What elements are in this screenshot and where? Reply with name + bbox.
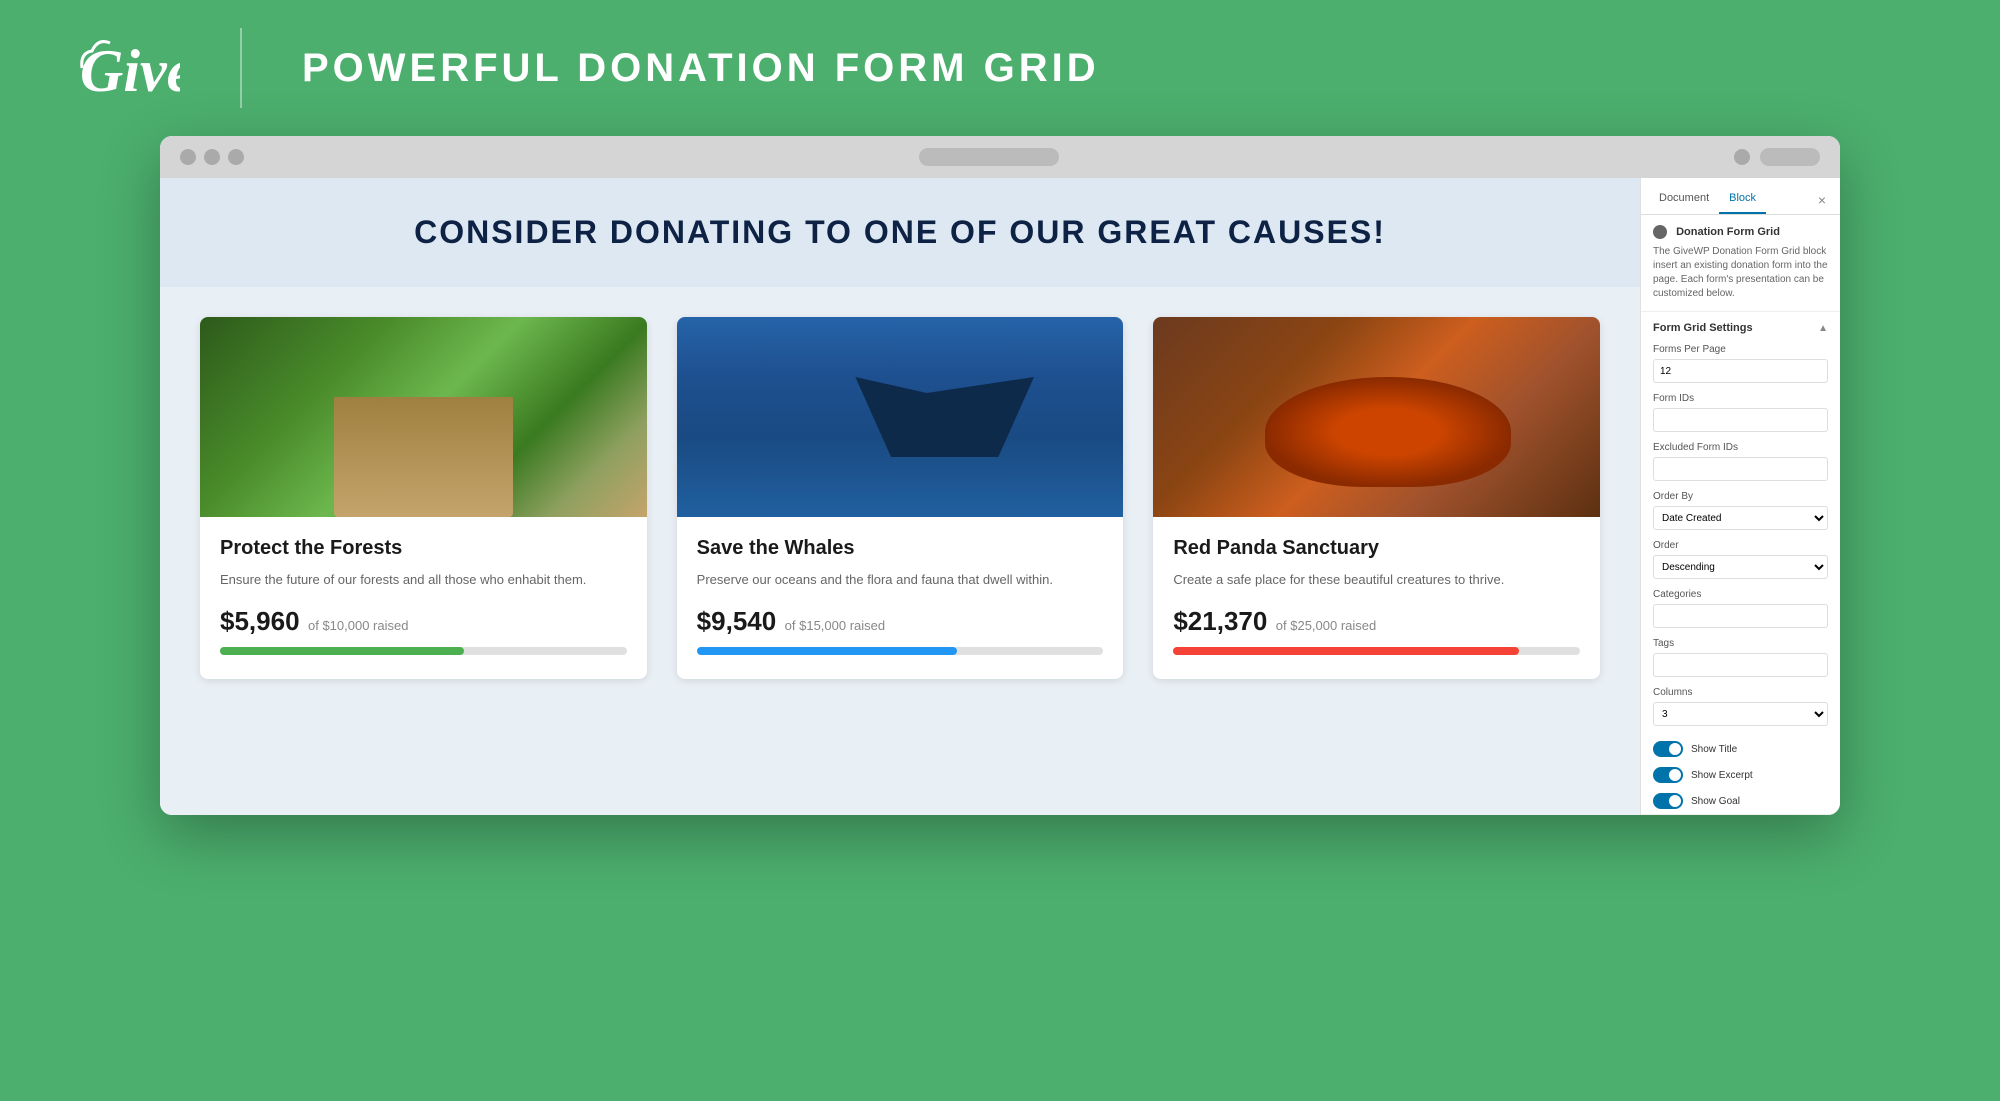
card-raised-forest: of $10,000 raised	[308, 618, 408, 633]
field-columns: Columns 3 1 2 4	[1641, 687, 1840, 736]
header-divider	[240, 28, 242, 108]
toggle-row-show-title: Show Title	[1641, 736, 1840, 762]
give-logo-icon: Give	[80, 33, 180, 103]
label-tags: Tags	[1653, 638, 1828, 649]
card-raised-panda: of $25,000 raised	[1276, 618, 1376, 633]
toggle-label-show-title: Show Title	[1691, 744, 1737, 755]
block-name: Donation Form Grid	[1676, 226, 1780, 238]
toggle-show-goal[interactable]	[1653, 793, 1683, 809]
input-categories[interactable]	[1653, 604, 1828, 628]
close-button[interactable]: ×	[1812, 186, 1832, 214]
card-title-whale: Save the Whales	[697, 537, 1104, 560]
select-order-by[interactable]: Date Created Title Amount Raised	[1653, 506, 1828, 530]
block-icon	[1653, 225, 1667, 239]
card-amount-row-panda: $21,370 of $25,000 raised	[1173, 606, 1580, 637]
card-whale: Save the Whales Preserve our oceans and …	[677, 317, 1124, 679]
logo-area: Give	[80, 33, 180, 103]
input-tags[interactable]	[1653, 653, 1828, 677]
header-title: POWERFUL DONATION FORM GRID	[302, 46, 1100, 91]
field-forms-per-page: Forms Per Page	[1641, 344, 1840, 393]
select-columns[interactable]: 3 1 2 4	[1653, 702, 1828, 726]
progress-bg-panda	[1173, 647, 1580, 655]
block-description: The GiveWP Donation Form Grid block inse…	[1653, 245, 1828, 301]
field-order: Order Descending Ascending	[1641, 540, 1840, 589]
card-panda: Red Panda Sanctuary Create a safe place …	[1153, 317, 1600, 679]
card-image-forest	[200, 317, 647, 517]
label-order: Order	[1653, 540, 1828, 551]
progress-fill-forest	[220, 647, 464, 655]
card-amount-forest: $5,960	[220, 606, 300, 636]
browser-btn-1	[1734, 149, 1750, 165]
browser-content: CONSIDER DONATING TO ONE OF OUR GREAT CA…	[160, 178, 1840, 815]
page-area: CONSIDER DONATING TO ONE OF OUR GREAT CA…	[160, 178, 1640, 815]
banner-title: CONSIDER DONATING TO ONE OF OUR GREAT CA…	[180, 214, 1620, 251]
input-excluded-form-ids[interactable]	[1653, 457, 1828, 481]
card-desc-panda: Create a safe place for these beautiful …	[1173, 570, 1580, 590]
card-amount-row-forest: $5,960 of $10,000 raised	[220, 606, 627, 637]
card-amount-whale: $9,540	[697, 606, 777, 636]
field-categories: Categories	[1641, 589, 1840, 638]
browser-window: CONSIDER DONATING TO ONE OF OUR GREAT CA…	[160, 136, 1840, 815]
field-excluded-form-ids: Excluded Form IDs	[1641, 442, 1840, 491]
select-order[interactable]: Descending Ascending	[1653, 555, 1828, 579]
page-banner: CONSIDER DONATING TO ONE OF OUR GREAT CA…	[160, 178, 1640, 287]
chevron-up-icon: ▲	[1818, 323, 1828, 334]
progress-bg-forest	[220, 647, 627, 655]
card-amount-panda: $21,370	[1173, 606, 1267, 636]
tab-document[interactable]: Document	[1649, 186, 1719, 214]
sidebar-block-info: Donation Form Grid The GiveWP Donation F…	[1641, 215, 1840, 312]
progress-fill-panda	[1173, 647, 1519, 655]
toggle-show-title[interactable]	[1653, 741, 1683, 757]
card-forest: Protect the Forests Ensure the future of…	[200, 317, 647, 679]
toggle-row-show-goal: Show Goal	[1641, 788, 1840, 814]
input-forms-per-page[interactable]	[1653, 359, 1828, 383]
tab-block[interactable]: Block	[1719, 186, 1766, 214]
card-desc-whale: Preserve our oceans and the flora and fa…	[697, 570, 1104, 590]
label-forms-per-page: Forms Per Page	[1653, 344, 1828, 355]
toggle-show-excerpt[interactable]	[1653, 767, 1683, 783]
progress-bg-whale	[697, 647, 1104, 655]
label-columns: Columns	[1653, 687, 1828, 698]
browser-btn-2	[1760, 148, 1820, 166]
toggle-label-show-goal: Show Goal	[1691, 796, 1740, 807]
header: Give POWERFUL DONATION FORM GRID	[0, 0, 2000, 136]
label-form-ids: Form IDs	[1653, 393, 1828, 404]
toggle-label-show-excerpt: Show Excerpt	[1691, 770, 1753, 781]
card-desc-forest: Ensure the future of our forests and all…	[220, 570, 627, 590]
label-order-by: Order By	[1653, 491, 1828, 502]
sidebar-panel: Document Block × Donation Form Grid The …	[1640, 178, 1840, 815]
card-amount-row-whale: $9,540 of $15,000 raised	[697, 606, 1104, 637]
browser-controls-right	[1734, 148, 1820, 166]
progress-fill-whale	[697, 647, 957, 655]
browser-dot-minimize	[204, 149, 220, 165]
browser-dot-maximize	[228, 149, 244, 165]
card-image-panda	[1153, 317, 1600, 517]
browser-url-bar[interactable]	[919, 148, 1059, 166]
label-categories: Categories	[1653, 589, 1828, 600]
section-header-label: Form Grid Settings	[1653, 322, 1753, 334]
card-body-forest: Protect the Forests Ensure the future of…	[200, 517, 647, 679]
browser-bar	[160, 136, 1840, 178]
card-raised-whale: of $15,000 raised	[785, 618, 885, 633]
sidebar-tabs: Document Block ×	[1641, 178, 1840, 215]
card-body-panda: Red Panda Sanctuary Create a safe place …	[1153, 517, 1600, 679]
section-header-form-grid[interactable]: Form Grid Settings ▲	[1641, 312, 1840, 344]
browser-traffic-lights	[180, 149, 244, 165]
card-title-panda: Red Panda Sanctuary	[1173, 537, 1580, 560]
card-image-whale	[677, 317, 1124, 517]
card-title-forest: Protect the Forests	[220, 537, 627, 560]
field-order-by: Order By Date Created Title Amount Raise…	[1641, 491, 1840, 540]
field-form-ids: Form IDs	[1641, 393, 1840, 442]
field-tags: Tags	[1641, 638, 1840, 687]
card-body-whale: Save the Whales Preserve our oceans and …	[677, 517, 1124, 679]
label-excluded-form-ids: Excluded Form IDs	[1653, 442, 1828, 453]
browser-dot-close	[180, 149, 196, 165]
input-form-ids[interactable]	[1653, 408, 1828, 432]
form-grid-settings-section: Form Grid Settings ▲ Forms Per Page Form…	[1641, 312, 1840, 815]
cards-area: Protect the Forests Ensure the future of…	[160, 287, 1640, 709]
toggle-row-show-excerpt: Show Excerpt	[1641, 762, 1840, 788]
